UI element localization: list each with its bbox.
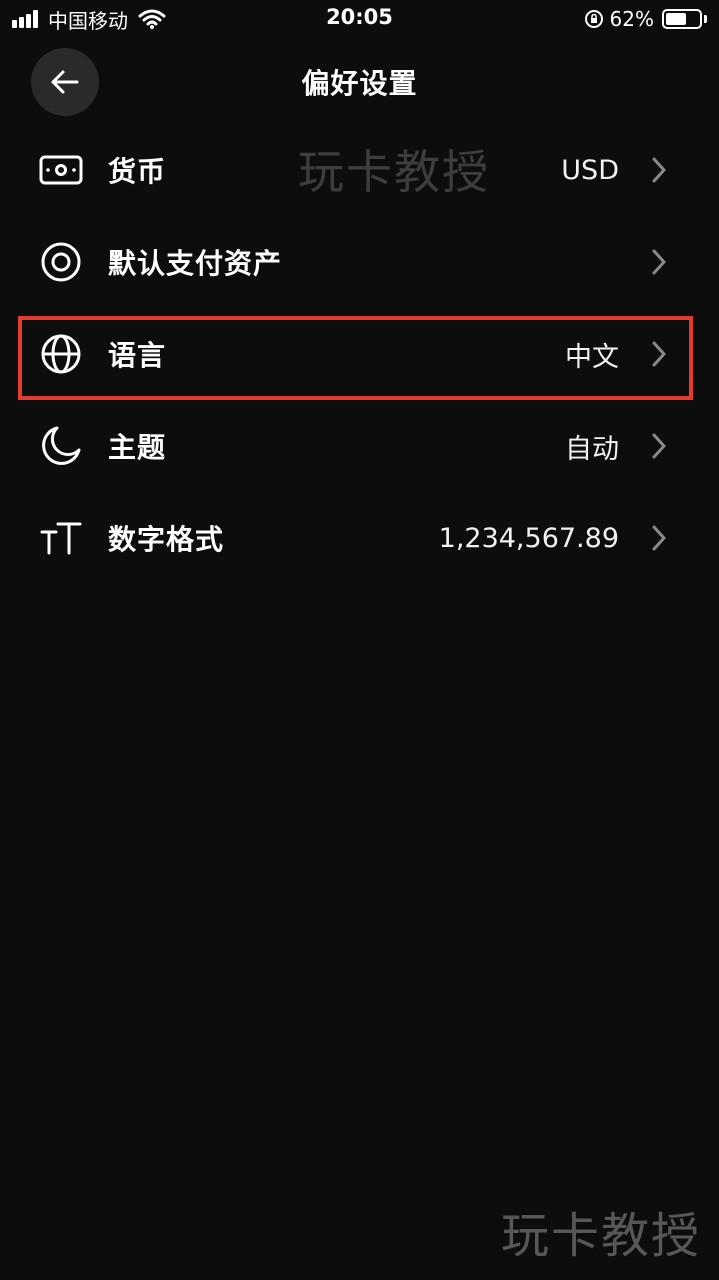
rotation-lock-icon — [584, 9, 604, 29]
status-bar: 中国移动 20:05 62% — [0, 0, 719, 40]
settings-row-value: 中文 — [565, 341, 619, 373]
text-size-icon — [38, 515, 84, 561]
settings-row-label: 数字格式 — [108, 523, 225, 556]
battery-fill — [666, 13, 686, 25]
settings-row-label: 货币 — [108, 155, 167, 188]
chevron-right-icon — [651, 524, 667, 552]
battery-tip — [704, 15, 707, 23]
watermark-bottom: 玩卡教授 — [500, 1208, 701, 1264]
chevron-right-icon — [651, 432, 667, 460]
chevron-right-icon — [651, 156, 667, 184]
settings-row-label: 默认支付资产 — [108, 247, 283, 280]
page-header: 偏好设置 — [0, 44, 719, 120]
status-right: 62% — [584, 6, 707, 32]
settings-row-label: 主题 — [108, 431, 167, 464]
settings-row-currency[interactable]: 货币 USD — [0, 124, 719, 216]
globe-icon — [38, 331, 84, 377]
banknote-icon — [38, 147, 84, 193]
settings-row-value: 自动 — [565, 433, 619, 465]
settings-row-value: 1,234,567.89 — [438, 522, 619, 554]
moon-icon — [38, 423, 84, 469]
battery-icon — [662, 9, 702, 29]
page-title: 偏好设置 — [301, 67, 418, 100]
battery-percent: 62% — [609, 7, 654, 31]
settings-row-language[interactable]: 语言 中文 — [0, 308, 719, 400]
settings-row-number-format[interactable]: 数字格式 1,234,567.89 — [0, 492, 719, 584]
settings-list: 货币 USD 默认支付资产 语言 中文 主题 自动 数字格式 1,234,567… — [0, 124, 719, 584]
target-circle-icon — [38, 239, 84, 285]
chevron-right-icon — [651, 248, 667, 276]
settings-row-value: USD — [561, 154, 619, 186]
chevron-right-icon — [651, 340, 667, 368]
settings-row-default-payment-asset[interactable]: 默认支付资产 — [0, 216, 719, 308]
settings-row-theme[interactable]: 主题 自动 — [0, 400, 719, 492]
settings-row-label: 语言 — [108, 339, 167, 372]
